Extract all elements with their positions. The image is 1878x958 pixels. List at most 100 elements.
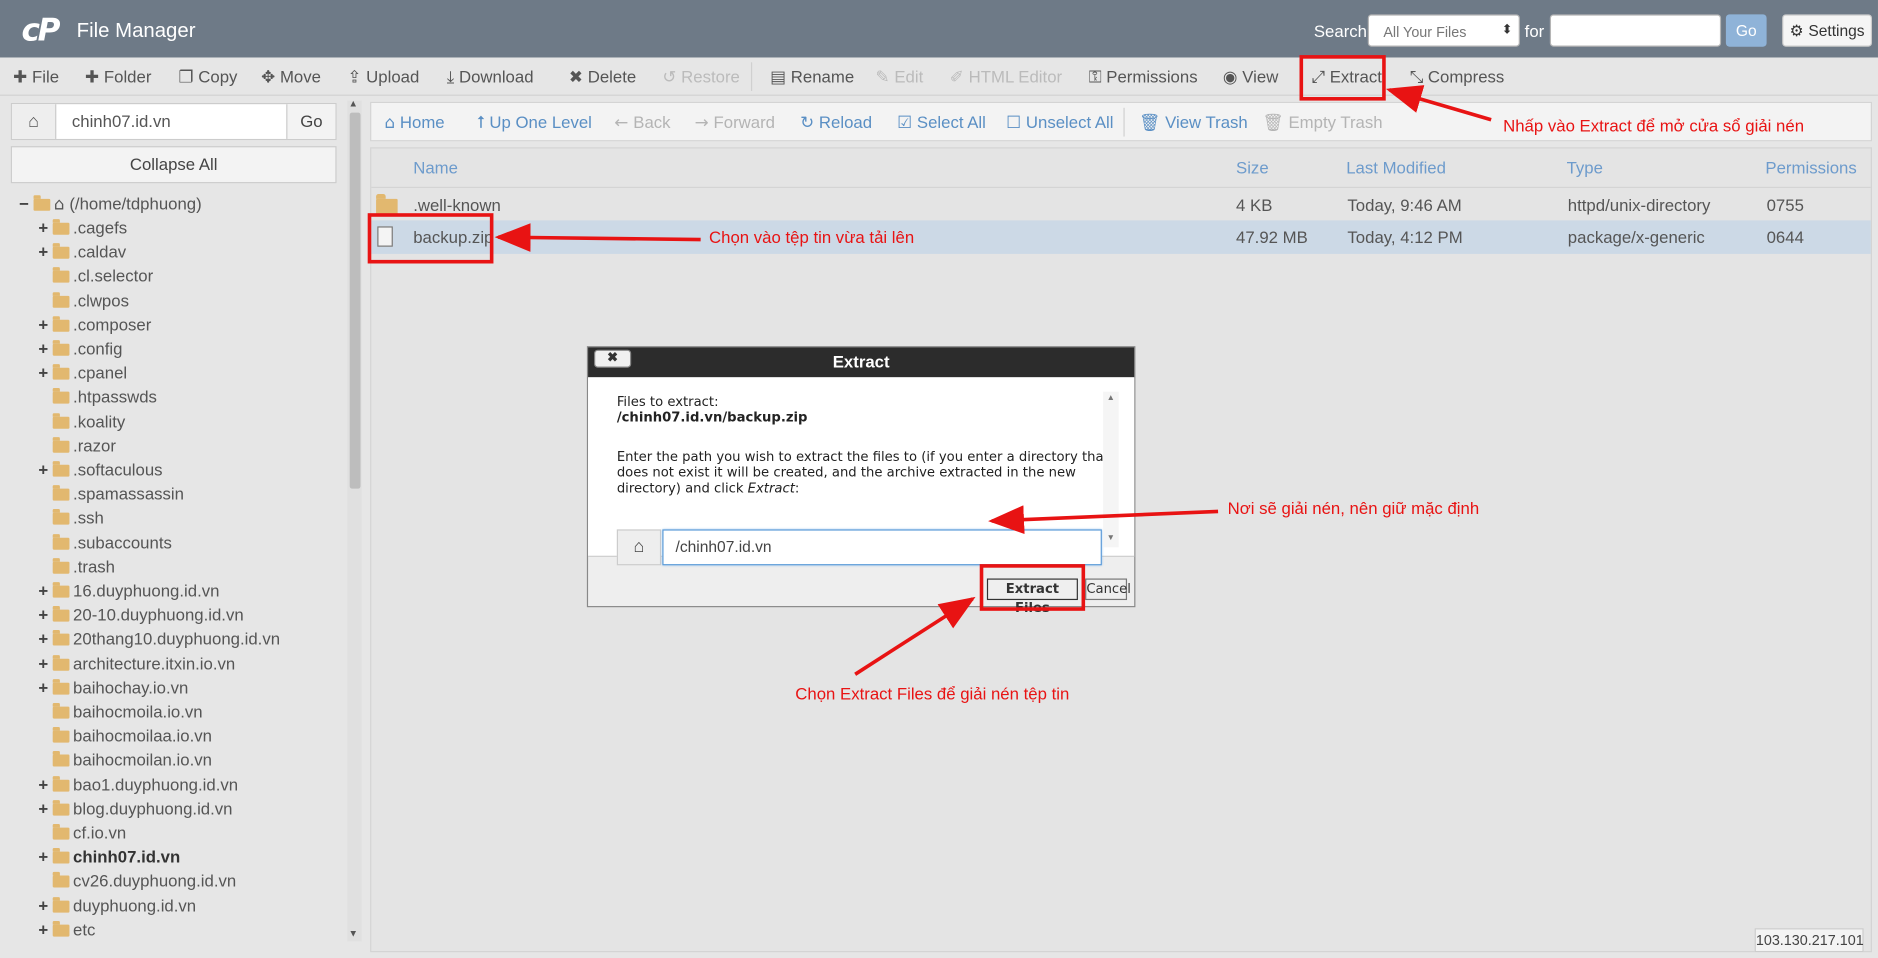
tree-scrollbar-thumb[interactable] bbox=[349, 112, 361, 489]
search-input[interactable] bbox=[1549, 14, 1722, 47]
dialog-close-button[interactable]: ✖ bbox=[594, 349, 632, 368]
tree-item[interactable]: .spamassassin bbox=[38, 482, 184, 506]
search-scope-select[interactable]: All Your Files ⬍ bbox=[1367, 14, 1520, 47]
tree-item[interactable]: + .cagefs bbox=[38, 216, 127, 240]
tree-item[interactable]: +20-10.duyphuong.id.vn bbox=[38, 603, 243, 627]
tree-root[interactable]: − ⌂ (/home/tdphuong) bbox=[19, 192, 202, 216]
download-icon: ⤓ bbox=[446, 68, 455, 88]
tree-item[interactable]: + .cpanel bbox=[38, 361, 127, 385]
tree-item[interactable]: baihocmoila.io.vn bbox=[38, 699, 203, 723]
up-one-level-button[interactable]: ⭡ Up One Level bbox=[477, 113, 592, 133]
cancel-button[interactable]: Cancel bbox=[1085, 578, 1131, 601]
table-row[interactable]: .well-known 4 KB Today, 9:46 AM httpd/un… bbox=[371, 186, 1871, 221]
scroll-down-icon[interactable]: ▼ bbox=[1107, 534, 1115, 542]
view-button[interactable]: ◉ View bbox=[1223, 67, 1278, 87]
empty-trash-button[interactable]: 🗑 Empty Trash bbox=[1262, 113, 1382, 133]
copy-button[interactable]: ❐ Copy bbox=[178, 67, 237, 87]
home-button[interactable]: ⌂ Home bbox=[384, 113, 444, 133]
column-header-size[interactable]: Size bbox=[1236, 158, 1269, 177]
tree-item[interactable]: + etc bbox=[38, 917, 95, 941]
download-button[interactable]: ⤓ Download bbox=[447, 67, 534, 87]
column-header-name[interactable]: Name bbox=[413, 158, 458, 177]
cpanel-logo[interactable]: cP bbox=[22, 13, 72, 49]
tree-item[interactable]: .subaccounts bbox=[38, 530, 172, 554]
tree-item[interactable]: + .composer bbox=[38, 312, 151, 336]
tree-item[interactable]: .koality bbox=[38, 409, 125, 433]
path-input[interactable]: chinh07.id.vn bbox=[57, 104, 286, 139]
tree-item[interactable]: + chinh07.id.vn bbox=[38, 845, 180, 869]
expand-icon[interactable]: + bbox=[38, 917, 52, 941]
expand-icon[interactable]: + bbox=[38, 458, 52, 482]
tree-item[interactable]: + .config bbox=[38, 337, 122, 361]
expand-icon[interactable]: + bbox=[38, 312, 52, 336]
tree-item[interactable]: + architecture.itxin.io.vn bbox=[38, 651, 235, 675]
view-trash-button[interactable]: 🗑 View Trash bbox=[1139, 113, 1248, 133]
expand-icon[interactable]: + bbox=[38, 361, 52, 385]
column-header-modified[interactable]: Last Modified bbox=[1346, 158, 1446, 177]
scroll-up-icon[interactable]: ▲ bbox=[349, 98, 358, 109]
tree-item[interactable]: .clwpos bbox=[38, 288, 129, 312]
tree-item[interactable]: .razor bbox=[38, 433, 116, 457]
expand-icon[interactable]: + bbox=[38, 240, 52, 264]
tree-item[interactable]: .ssh bbox=[38, 506, 104, 530]
unselect-all-button[interactable]: ☐ Unselect All bbox=[1006, 113, 1113, 133]
path-go-button[interactable]: Go bbox=[286, 104, 336, 139]
collapse-all-button[interactable]: Collapse All bbox=[10, 146, 337, 184]
rename-button[interactable]: ▤ Rename bbox=[770, 67, 854, 87]
delete-button[interactable]: ✖ Delete bbox=[569, 67, 636, 87]
tree-item[interactable]: .trash bbox=[38, 554, 115, 578]
tree-item[interactable]: + .softaculous bbox=[38, 458, 162, 482]
select-all-button[interactable]: ☑ Select All bbox=[897, 113, 986, 133]
html-editor-button[interactable]: ✐ HTML Editor bbox=[950, 67, 1062, 87]
expand-icon[interactable]: + bbox=[38, 578, 52, 602]
compress-button[interactable]: ⤡ Compress bbox=[1410, 67, 1505, 87]
expand-icon[interactable]: + bbox=[38, 651, 52, 675]
column-header-type[interactable]: Type bbox=[1567, 158, 1603, 177]
move-button[interactable]: ✥ Move bbox=[261, 67, 321, 87]
home-icon[interactable]: ⌂ bbox=[616, 529, 662, 566]
upload-button[interactable]: ⇪ Upload bbox=[347, 67, 419, 87]
dialog-scrollbar[interactable]: ▲ ▼ bbox=[1103, 391, 1119, 548]
scroll-down-icon[interactable]: ▼ bbox=[349, 928, 358, 939]
scroll-up-icon[interactable]: ▲ bbox=[1107, 394, 1115, 402]
expand-icon[interactable]: + bbox=[38, 216, 52, 240]
expand-icon[interactable]: + bbox=[38, 675, 52, 699]
tree-item[interactable]: + .caldav bbox=[38, 240, 126, 264]
restore-button[interactable]: ↺ Restore bbox=[662, 67, 740, 87]
forward-button[interactable]: → Forward bbox=[695, 113, 775, 133]
expand-icon[interactable]: + bbox=[38, 893, 52, 917]
tree-item[interactable]: +16.duyphuong.id.vn bbox=[38, 578, 219, 602]
tree-item[interactable]: +20thang10.duyphuong.id.vn bbox=[38, 627, 280, 651]
tree-item[interactable]: + blog.duyphuong.id.vn bbox=[38, 796, 232, 820]
settings-button[interactable]: ⚙ Settings bbox=[1782, 14, 1873, 47]
permissions-button[interactable]: ⚿ Permissions bbox=[1089, 67, 1198, 87]
edit-button[interactable]: ✎ Edit bbox=[876, 67, 924, 87]
new-file-button[interactable]: ✚ File bbox=[13, 67, 59, 87]
tree-item[interactable]: + bao1.duyphuong.id.vn bbox=[38, 772, 238, 796]
expand-icon[interactable]: + bbox=[38, 603, 52, 627]
tree-item[interactable]: baihocmoilaa.io.vn bbox=[38, 724, 212, 748]
expand-icon[interactable]: + bbox=[38, 337, 52, 361]
highlight-file-box bbox=[367, 213, 494, 264]
tree-item[interactable]: .cl.selector bbox=[38, 264, 153, 288]
collapse-icon[interactable]: − bbox=[19, 192, 33, 216]
tree-item[interactable]: cf.io.vn bbox=[38, 820, 126, 844]
folder-icon bbox=[376, 194, 398, 215]
tree-item[interactable]: cv26.duyphuong.id.vn bbox=[38, 869, 236, 893]
back-button[interactable]: ← Back bbox=[614, 113, 670, 133]
reload-button[interactable]: ↻ Reload bbox=[800, 113, 872, 133]
search-go-button[interactable]: Go bbox=[1725, 14, 1767, 47]
expand-icon[interactable]: + bbox=[38, 796, 52, 820]
tree-item[interactable]: + baihochay.io.vn bbox=[38, 675, 188, 699]
expand-icon[interactable]: + bbox=[38, 627, 52, 651]
extract-destination-input[interactable]: /chinh07.id.vn bbox=[662, 529, 1102, 566]
expand-icon[interactable]: + bbox=[38, 845, 52, 869]
home-icon[interactable]: ⌂ bbox=[11, 104, 57, 139]
expand-icon[interactable]: + bbox=[38, 772, 52, 796]
table-row[interactable]: backup.zip 47.92 MB Today, 4:12 PM packa… bbox=[371, 220, 1871, 254]
column-header-permissions[interactable]: Permissions bbox=[1765, 158, 1856, 177]
new-folder-button[interactable]: ✚ Folder bbox=[85, 67, 151, 87]
tree-item[interactable]: .htpasswds bbox=[38, 385, 157, 409]
tree-item[interactable]: baihocmoilan.io.vn bbox=[38, 748, 212, 772]
tree-item[interactable]: + duyphuong.id.vn bbox=[38, 893, 196, 917]
